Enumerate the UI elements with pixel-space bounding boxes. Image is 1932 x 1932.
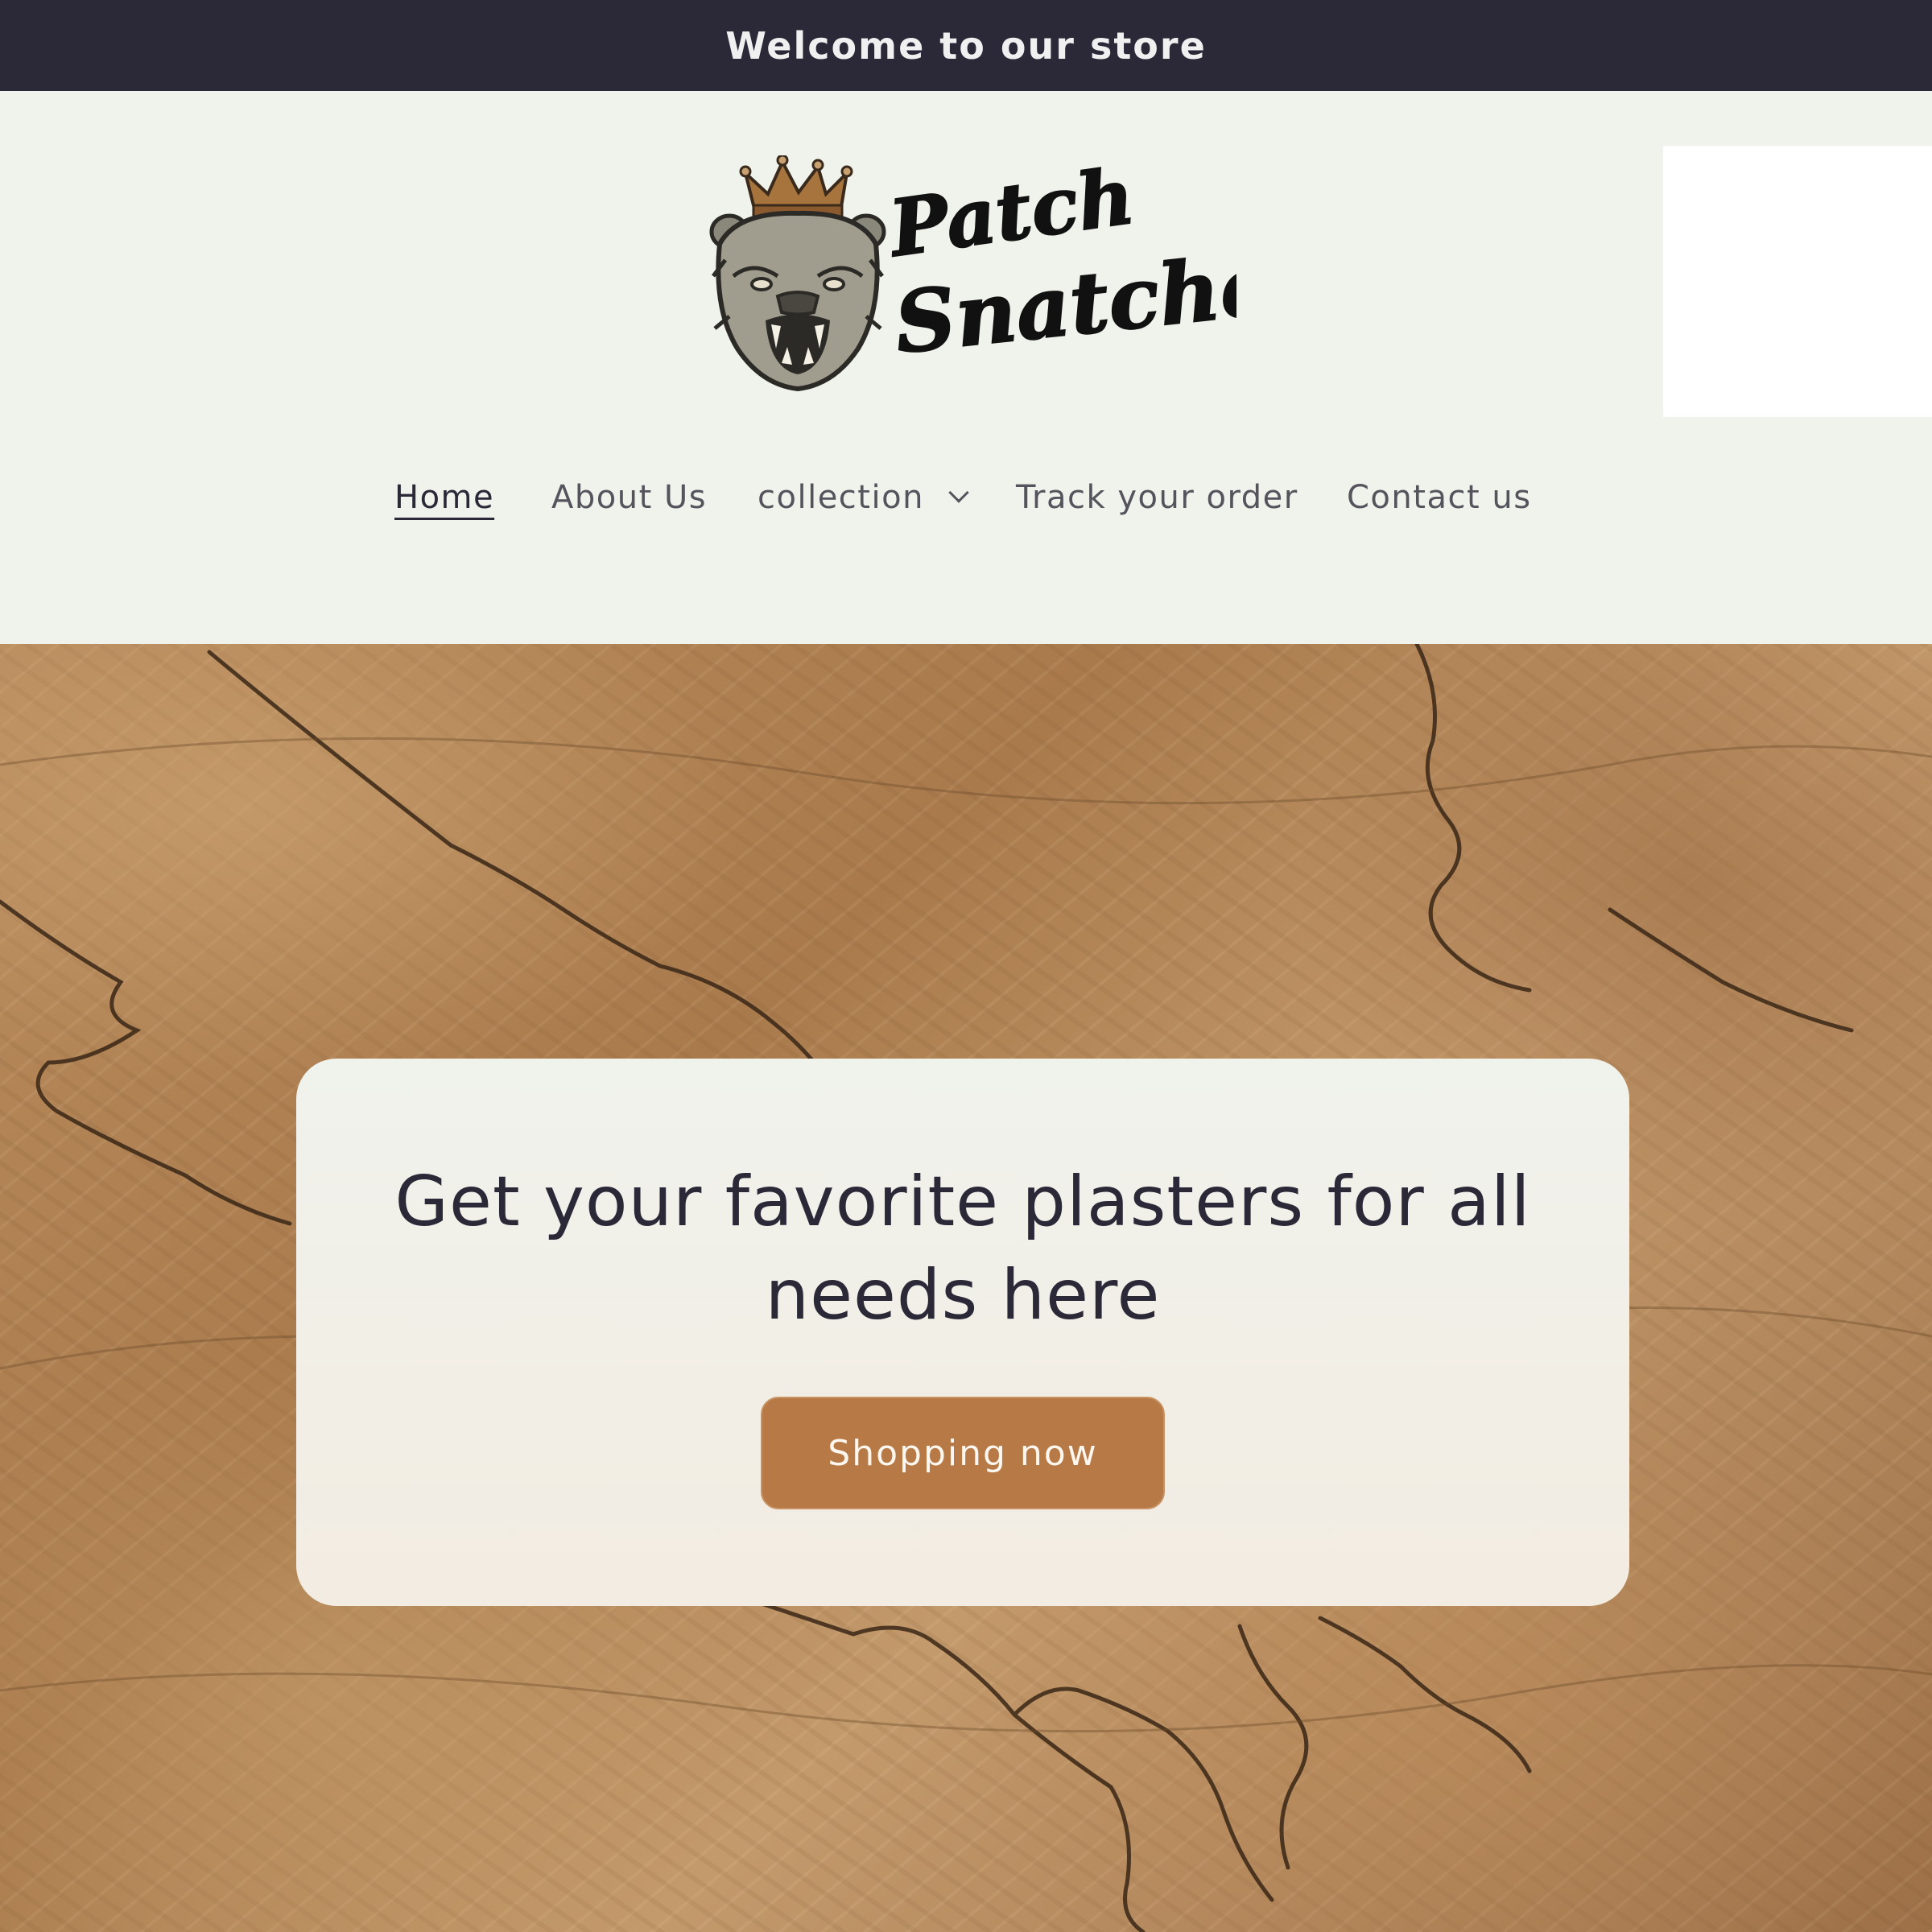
nav-item-label: Home [394,479,495,516]
store-logo[interactable]: Patch Snatched [705,150,1337,397]
nav-item-track-order[interactable]: Track your order [1016,461,1298,534]
nav-item-label: About Us [551,479,708,516]
nav-item-label: collection [758,479,924,516]
nav-item-contact-us[interactable]: Contact us [1347,461,1532,534]
nav-item-label: Contact us [1347,479,1532,516]
nav-item-about-us[interactable]: About Us [551,461,707,534]
chevron-down-icon [948,482,969,503]
site-header: Patch Snatched Home About Us collection … [0,91,1932,644]
crowned-bear-icon: Patch Snatched [709,150,1337,392]
shop-now-button[interactable]: Shopping now [761,1397,1165,1509]
hero-heading: Get your favorite plasters for all needs… [394,1162,1531,1335]
hero-banner: Get your favorite plasters for all needs… [0,644,1932,1932]
nav-item-home[interactable]: Home [394,461,494,534]
header-side-panel [1663,146,1932,417]
announcement-bar: Welcome to our store [0,0,1932,91]
hero-card: Get your favorite plasters for all needs… [296,1059,1629,1606]
main-nav: Home About Us collection Track your orde… [0,461,1932,534]
nav-item-collection[interactable]: collection [758,461,969,534]
announcement-text: Welcome to our store [725,23,1207,68]
nav-item-label: Track your order [1016,479,1298,516]
